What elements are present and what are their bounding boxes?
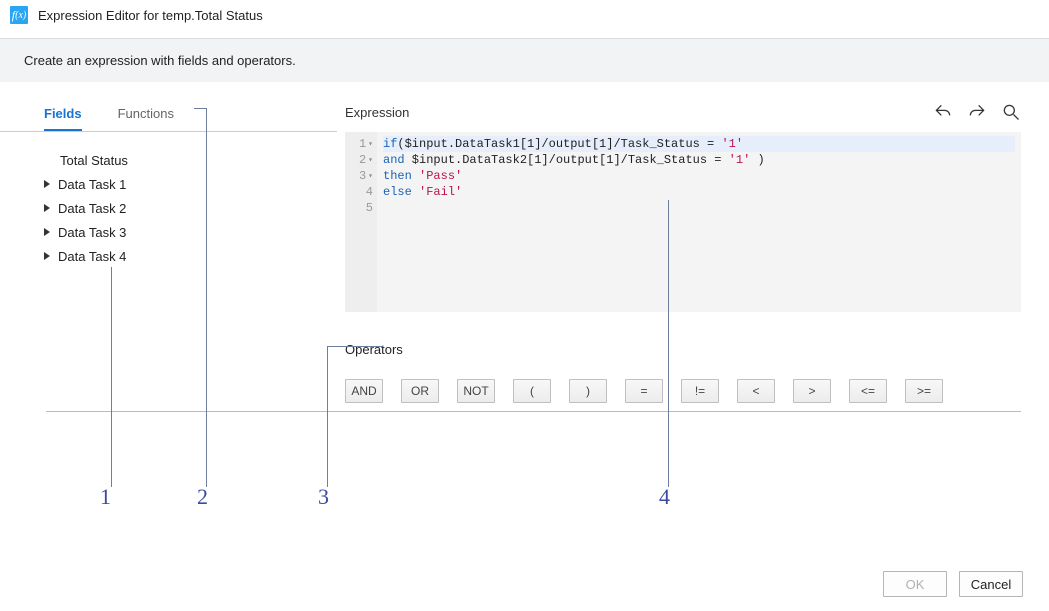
title-bar: f(x) Expression Editor for temp.Total St…: [0, 0, 1049, 39]
operators-title: Operators: [345, 342, 403, 357]
operators-header: Operators: [345, 342, 1021, 357]
op-not[interactable]: NOT: [457, 379, 495, 403]
op-gte[interactable]: >=: [905, 379, 943, 403]
ok-button[interactable]: OK: [883, 571, 947, 597]
app-icon: f(x): [10, 6, 28, 24]
field-item-data-task-4[interactable]: Data Task 4: [60, 244, 345, 268]
annotation-3: 3: [318, 484, 329, 510]
op-and[interactable]: AND: [345, 379, 383, 403]
code-line-1[interactable]: if($input.DataTask1[1]/output[1]/Task_St…: [383, 136, 1015, 152]
field-item-data-task-2[interactable]: Data Task 2: [60, 196, 345, 220]
undo-icon[interactable]: [933, 102, 953, 122]
op-eq[interactable]: =: [625, 379, 663, 403]
op-lt[interactable]: <: [737, 379, 775, 403]
code-line-3[interactable]: then 'Pass': [383, 168, 1015, 184]
op-rparen[interactable]: ): [569, 379, 607, 403]
code-body[interactable]: if($input.DataTask1[1]/output[1]/Task_St…: [377, 132, 1021, 312]
code-editor[interactable]: 1▾ 2▾ 3▾ 4 5 if($input.DataTask1[1]/outp…: [345, 132, 1021, 312]
field-label: Data Task 3: [58, 225, 126, 240]
right-panel: Expression 1▾ 2▾ 3▾ 4 5 if($input.DataTa…: [345, 82, 1049, 403]
op-lparen[interactable]: (: [513, 379, 551, 403]
operators-row: AND OR NOT ( ) = != < > <= >=: [345, 379, 1021, 403]
field-label: Data Task 1: [58, 177, 126, 192]
tab-functions[interactable]: Functions: [118, 102, 174, 131]
tab-fields[interactable]: Fields: [44, 102, 82, 131]
search-icon[interactable]: [1001, 102, 1021, 122]
annotation-1: 1: [100, 484, 111, 510]
op-or[interactable]: OR: [401, 379, 439, 403]
field-item-data-task-3[interactable]: Data Task 3: [60, 220, 345, 244]
op-gt[interactable]: >: [793, 379, 831, 403]
left-panel: Fields Functions Total Status Data Task …: [0, 82, 345, 403]
divider: [46, 411, 1021, 412]
field-label: Total Status: [60, 153, 128, 168]
page-subtitle: Create an expression with fields and ope…: [0, 39, 1049, 82]
annotation-4: 4: [659, 484, 670, 510]
window-title: Expression Editor for temp.Total Status: [38, 8, 263, 23]
code-line-4[interactable]: else 'Fail': [383, 184, 1015, 200]
annotation-2: 2: [197, 484, 208, 510]
dialog-footer: OK Cancel: [883, 571, 1023, 597]
op-neq[interactable]: !=: [681, 379, 719, 403]
code-gutter: 1▾ 2▾ 3▾ 4 5: [345, 132, 377, 312]
op-lte[interactable]: <=: [849, 379, 887, 403]
field-label: Data Task 4: [58, 249, 126, 264]
field-item-data-task-1[interactable]: Data Task 1: [60, 172, 345, 196]
field-item-total-status[interactable]: Total Status: [60, 148, 345, 172]
redo-icon[interactable]: [967, 102, 987, 122]
field-label: Data Task 2: [58, 201, 126, 216]
code-line-5[interactable]: [383, 200, 1015, 216]
expression-title: Expression: [345, 105, 409, 120]
code-line-2[interactable]: and $input.DataTask2[1]/output[1]/Task_S…: [383, 152, 1015, 168]
cancel-button[interactable]: Cancel: [959, 571, 1023, 597]
left-tabs: Fields Functions: [0, 90, 337, 132]
field-list: Total Status Data Task 1 Data Task 2 Dat…: [0, 132, 345, 268]
